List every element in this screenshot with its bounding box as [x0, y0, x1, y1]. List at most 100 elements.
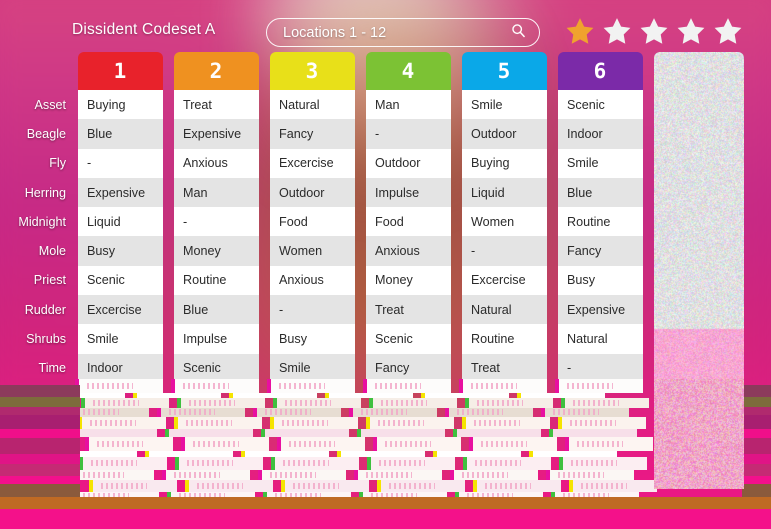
- glitch-illegible-text: [381, 400, 427, 406]
- table-cell[interactable]: Liquid: [78, 207, 163, 236]
- star-rating[interactable]: [565, 16, 743, 46]
- table-cell[interactable]: Outdoor: [462, 119, 547, 148]
- table-cell[interactable]: Impulse: [366, 178, 451, 207]
- table-cell[interactable]: Money: [174, 236, 259, 265]
- glitch-illegible-text: [389, 483, 435, 489]
- table-cell[interactable]: Anxious: [174, 149, 259, 178]
- table-cell[interactable]: Treat: [174, 90, 259, 119]
- table-cell[interactable]: Food: [366, 207, 451, 236]
- table-cell[interactable]: Women: [270, 236, 355, 265]
- table-cell[interactable]: Money: [366, 266, 451, 295]
- table-cell[interactable]: Liquid: [462, 178, 547, 207]
- column-1[interactable]: 1 Buying Blue - Expensive Liquid Busy Scenic Exc…: [78, 52, 163, 383]
- table-cell[interactable]: Buying: [462, 149, 547, 178]
- table-cell[interactable]: Man: [366, 90, 451, 119]
- table-cell[interactable]: Anxious: [270, 266, 355, 295]
- glitch-illegible-text: [91, 460, 137, 466]
- glitch-cell: [72, 429, 157, 437]
- glitch-fringe: [81, 398, 85, 408]
- glitch-illegible-text: [283, 460, 329, 466]
- column-header-5[interactable]: 5: [462, 52, 547, 90]
- table-cell[interactable]: Scenic: [78, 266, 163, 295]
- column-header-1[interactable]: 1: [78, 52, 163, 90]
- column-5[interactable]: 5 Smile Outdoor Buying Liquid Women - Excercise…: [462, 52, 547, 383]
- search-icon: [511, 23, 526, 43]
- table-cell[interactable]: Treat: [366, 295, 451, 324]
- glitch-illegible-text: [567, 383, 613, 389]
- glitch-scanline: [742, 415, 771, 429]
- table-cell[interactable]: Women: [462, 207, 547, 236]
- table-cell[interactable]: Routine: [462, 324, 547, 353]
- table-cell[interactable]: -: [462, 236, 547, 265]
- table-cell[interactable]: Anxious: [366, 236, 451, 265]
- column-2[interactable]: 2 Treat Expensive Anxious Man - Money Routine Bl…: [174, 52, 259, 383]
- column-6[interactable]: 6 Scenic Indoor Smile Blue Routine Fancy Busy Ex…: [558, 52, 643, 383]
- table-cell[interactable]: Indoor: [558, 119, 643, 148]
- table-cell[interactable]: Smile: [558, 149, 643, 178]
- table-cell[interactable]: Natural: [462, 295, 547, 324]
- star-empty-4[interactable]: [676, 16, 706, 46]
- table-cell[interactable]: Outdoor: [366, 149, 451, 178]
- star-empty-3[interactable]: [639, 16, 669, 46]
- table-cell[interactable]: Excercise: [78, 295, 163, 324]
- column-header-6[interactable]: 6: [558, 52, 643, 90]
- table-cell[interactable]: Routine: [558, 207, 643, 236]
- search-value: Locations 1 - 12: [283, 25, 386, 41]
- star-empty-5[interactable]: [713, 16, 743, 46]
- table-cell[interactable]: -: [174, 207, 259, 236]
- table-cell[interactable]: Excercise: [270, 149, 355, 178]
- glitch-cell: [360, 429, 445, 437]
- search-input[interactable]: Locations 1 - 12: [266, 18, 540, 47]
- table-cell[interactable]: Busy: [78, 236, 163, 265]
- glitch-fringe: [157, 408, 161, 417]
- glitch-illegible-text: [485, 483, 531, 489]
- corrupted-rows-overlay: [0, 379, 771, 529]
- table-cell[interactable]: Natural: [558, 324, 643, 353]
- table-cell[interactable]: Expensive: [174, 119, 259, 148]
- glitch-fringe: [258, 470, 262, 480]
- table-cell[interactable]: Fancy: [270, 119, 355, 148]
- table-cell[interactable]: Expensive: [558, 295, 643, 324]
- glitch-cell: [552, 429, 637, 437]
- glitch-fringe: [549, 429, 553, 437]
- glitch-scanline: [0, 385, 80, 397]
- table-cell[interactable]: Smile: [78, 324, 163, 353]
- table-cell[interactable]: Natural: [270, 90, 355, 119]
- table-cell[interactable]: Food: [270, 207, 355, 236]
- glitch-fringe: [354, 470, 358, 480]
- glitch-illegible-text: [197, 483, 243, 489]
- table-cell[interactable]: Fancy: [558, 236, 643, 265]
- table-cell[interactable]: Scenic: [558, 90, 643, 119]
- table-cell[interactable]: Man: [174, 178, 259, 207]
- table-cell[interactable]: Buying: [78, 90, 163, 119]
- star-empty-2[interactable]: [602, 16, 632, 46]
- glitch-illegible-text: [475, 460, 521, 466]
- table-cell[interactable]: Routine: [174, 266, 259, 295]
- table-cell[interactable]: Smile: [462, 90, 547, 119]
- table-cell[interactable]: Impulse: [174, 324, 259, 353]
- table-cell[interactable]: -: [270, 295, 355, 324]
- glitch-fringe: [473, 480, 477, 492]
- column-header-4[interactable]: 4: [366, 52, 451, 90]
- column-header-2[interactable]: 2: [174, 52, 259, 90]
- column-header-3[interactable]: 3: [270, 52, 355, 90]
- table-cell[interactable]: -: [78, 149, 163, 178]
- table-cell[interactable]: -: [366, 119, 451, 148]
- table-cell[interactable]: Blue: [558, 178, 643, 207]
- star-filled-1[interactable]: [565, 16, 595, 46]
- glitch-illegible-text: [265, 409, 311, 415]
- table-cell[interactable]: Excercise: [462, 266, 547, 295]
- column-3[interactable]: 3 Natural Fancy Excercise Outdoor Food Women An…: [270, 52, 355, 383]
- table-cell[interactable]: Expensive: [78, 178, 163, 207]
- glitch-fringe: [174, 417, 178, 429]
- table-cell[interactable]: Scenic: [366, 324, 451, 353]
- table-cell[interactable]: Busy: [270, 324, 355, 353]
- table-cell[interactable]: Blue: [78, 119, 163, 148]
- glitch-scanline: [0, 454, 80, 464]
- table-cell[interactable]: Blue: [174, 295, 259, 324]
- glitch-illegible-text: [558, 472, 604, 478]
- column-header-digit: 4: [402, 59, 416, 83]
- column-4[interactable]: 4 Man - Outdoor Impulse Food Anxious Money Treat…: [366, 52, 451, 383]
- table-cell[interactable]: Outdoor: [270, 178, 355, 207]
- table-cell[interactable]: Busy: [558, 266, 643, 295]
